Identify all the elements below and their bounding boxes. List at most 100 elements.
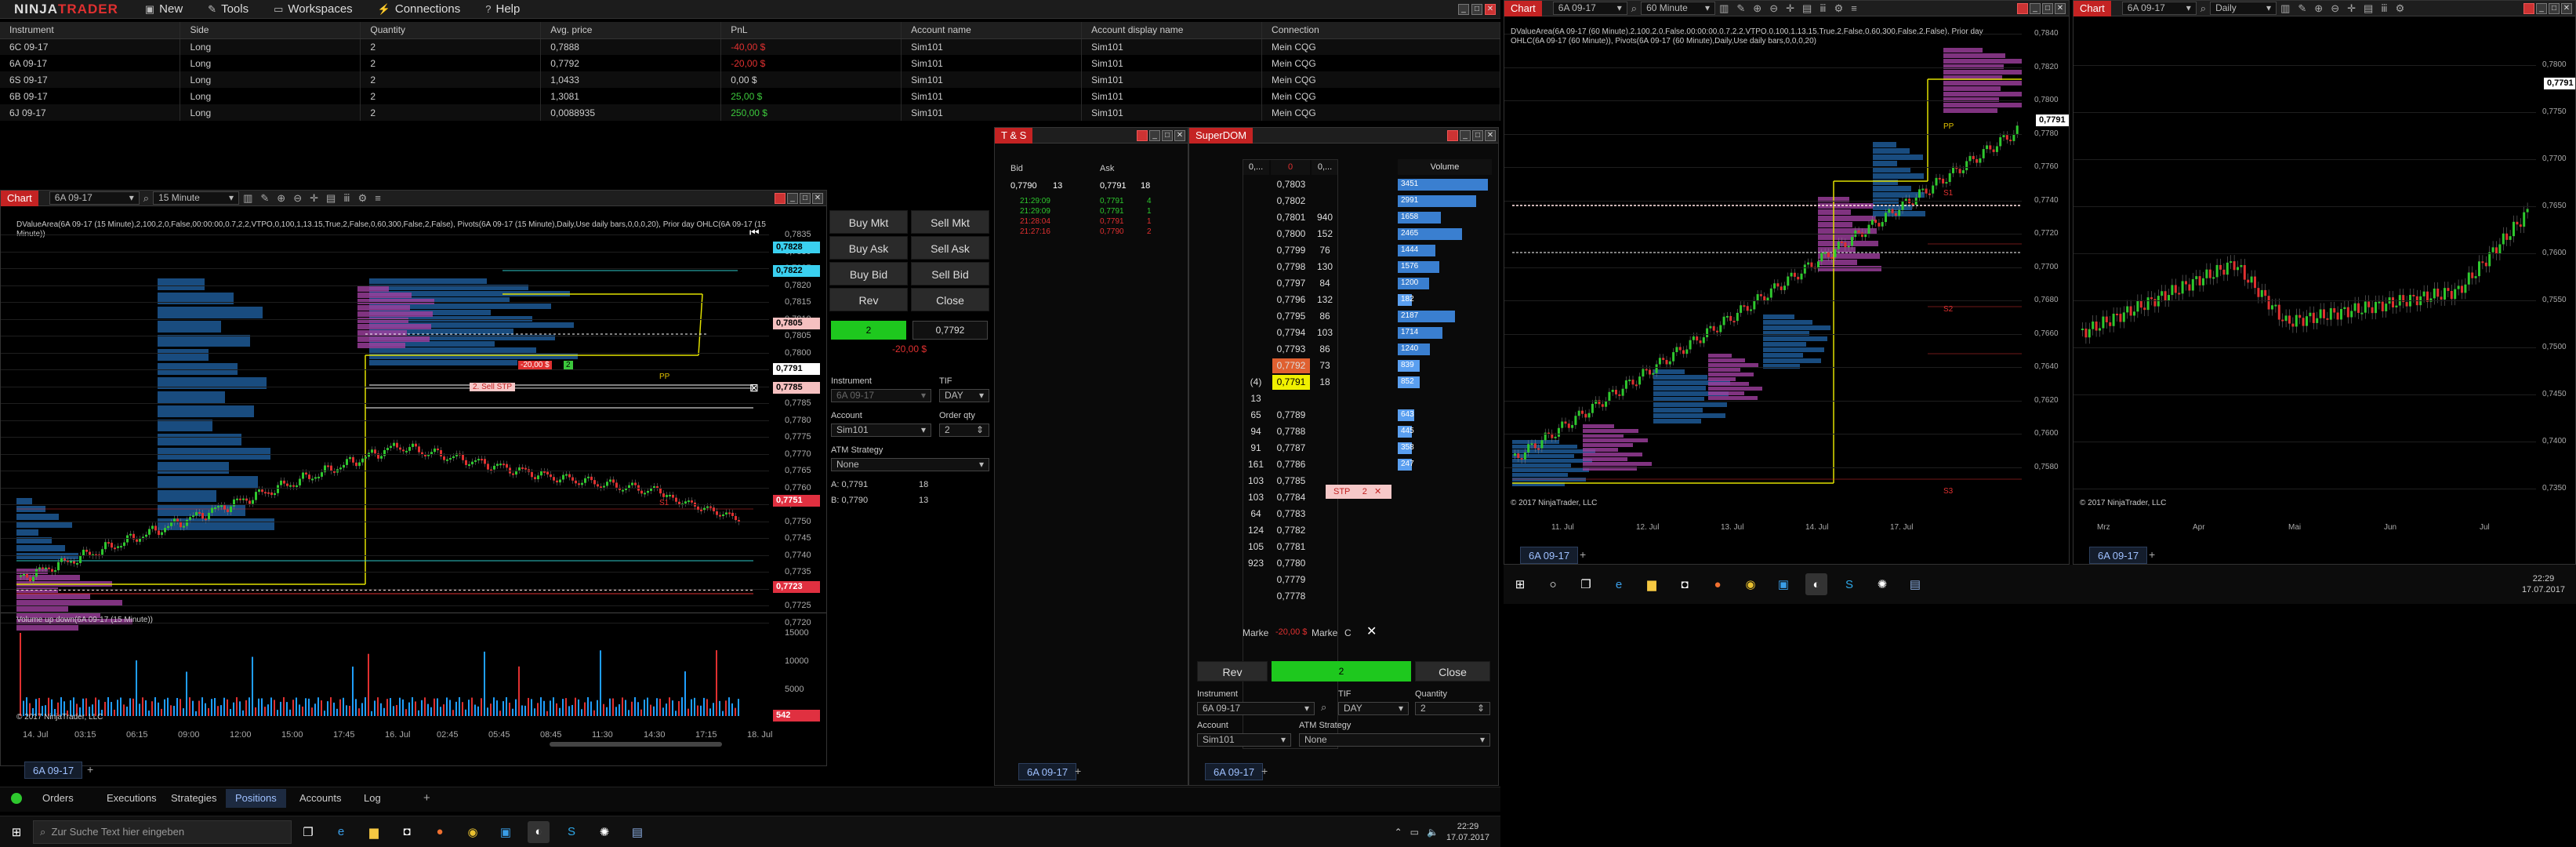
dom-price[interactable]: 0,7783 [1272,507,1310,522]
dom-atm-select[interactable]: None ▾ [1299,733,1490,747]
dom-ask-size[interactable]: 86 [1312,341,1338,358]
draw-icon[interactable]: ✎ [1736,2,1745,15]
column-header[interactable]: Side [180,22,361,39]
price-panel-daily[interactable] [2073,16,2536,534]
dom-price[interactable]: 0,7792 [1272,358,1310,373]
indicators-icon[interactable]: ⅲ [343,192,350,205]
dom-qty-stepper[interactable]: 2 ⇕ [1415,702,1490,715]
app3-icon[interactable]: ▤ [626,821,648,843]
dom-ask-size[interactable]: 130 [1312,259,1338,275]
dom-rev-button[interactable]: Rev [1197,661,1268,682]
zoom-out-icon[interactable]: ⊖ [1769,2,1778,15]
dom-price[interactable]: 0,7802 [1272,194,1310,209]
add-tab-icon[interactable]: + [1261,765,1268,777]
dom-price[interactable]: 0,7784 [1272,490,1310,505]
app3-icon[interactable]: ▤ [1904,573,1926,595]
dom-price[interactable]: 0,7798 [1272,260,1310,274]
chart3-tab[interactable]: 6A 09-17 [2089,547,2148,564]
dom-bid-size[interactable] [1243,259,1269,275]
dom-price[interactable]: 0,7780 [1272,556,1310,571]
dom-bid-size[interactable]: 124 [1243,522,1269,539]
strategies-icon[interactable]: ⚙ [2396,2,2405,15]
dom-instrument-select[interactable]: 6A 09-17 ▾ [1197,702,1315,715]
dom-price[interactable] [1272,391,1310,406]
dom-price[interactable]: 0,7785 [1272,474,1310,489]
column-header[interactable]: Quantity [360,22,542,39]
dom-bid-size[interactable]: 13 [1243,391,1269,407]
dom-bid-size[interactable] [1243,572,1269,588]
properties-icon[interactable]: ▤ [326,192,336,205]
dom-cancel-label[interactable]: C [1344,627,1351,638]
dom-price[interactable]: 0,7793 [1272,342,1310,357]
dom-price[interactable]: 0,7779 [1272,573,1310,587]
buy-bid-button[interactable]: Buy Bid [829,262,908,285]
horizontal-scrollbar[interactable] [550,742,722,747]
search-icon[interactable]: ⌕ [143,192,149,205]
strategies-icon[interactable]: ⚙ [1834,2,1844,15]
crosshair-icon[interactable]: ✛ [310,192,318,205]
dom-bid-size[interactable] [1243,242,1269,259]
store-icon[interactable]: ◘ [396,821,418,843]
close-icon[interactable]: ✕ [1485,129,1496,141]
dom-bid-size[interactable] [1243,358,1269,374]
zoom-icon[interactable]: ⊕ [277,192,285,205]
dom-price[interactable]: 0,7791 [1272,375,1310,390]
properties-icon[interactable]: ▤ [2364,2,2373,15]
column-header[interactable]: Account name [901,22,1083,39]
volume-icon[interactable]: 🔈 [1427,827,1439,838]
sell-stop-order[interactable]: 2. Sell STP [470,383,516,391]
dom-price[interactable]: 0,7803 [1272,177,1310,192]
zoom-out-icon[interactable]: ⊖ [2331,2,2339,15]
atm-select[interactable]: None ▾ [831,458,989,471]
column-header[interactable]: PnL [720,22,902,39]
dom-ask-size[interactable]: 940 [1312,209,1338,226]
add-tab-icon[interactable]: + [87,763,93,776]
scroll-end-icon[interactable]: ⏮ [749,226,760,239]
link-icon[interactable] [775,192,785,204]
dom-stop-order[interactable]: STP 2 ✕ [1326,485,1391,499]
dom-ask-size[interactable]: 18 [1312,374,1338,391]
zoom-icon[interactable]: ⊕ [1753,2,1761,15]
tab-log[interactable]: Log [354,789,390,808]
firefox-icon[interactable]: ● [1707,573,1729,595]
close-icon[interactable]: ✕ [812,192,823,204]
windows-start-icon[interactable]: ⊞ [5,821,27,843]
account-select[interactable]: Sim101 ▾ [831,424,931,437]
dom-price[interactable]: 0,7778 [1272,589,1310,604]
menu-help[interactable]: ? Help [473,0,532,19]
dom-ask-size[interactable] [1312,193,1338,209]
dom-ask-size[interactable] [1312,522,1338,539]
dom-ask-size[interactable]: 84 [1312,275,1338,292]
maximize-icon[interactable]: □ [1471,3,1482,15]
menu-workspaces[interactable]: ▭ Workspaces [261,0,365,19]
chrome-icon[interactable]: ◉ [462,821,484,843]
buy-mkt-button[interactable]: Buy Mkt [829,210,908,234]
task-view-icon[interactable]: ❐ [1575,573,1597,595]
bar-type-icon[interactable]: ▥ [243,192,252,205]
table-row[interactable]: 6A 09-17 Long 2 0,7792 -20,00 $ Sim101 Sim101 M… [0,55,1500,71]
network-icon[interactable]: ▭ [1410,827,1419,838]
column-header[interactable]: Instrument [0,22,181,39]
dom-bid-size[interactable] [1243,325,1269,341]
dom-bid-size[interactable] [1243,226,1269,242]
instrument-selector[interactable]: 6A 09-17 ▾ [49,191,140,205]
close-icon[interactable]: ✕ [1485,3,1496,15]
dom-price[interactable]: 0,7795 [1272,309,1310,324]
draw-icon[interactable]: ✎ [2298,2,2306,15]
tab-accounts[interactable]: Accounts [290,789,350,808]
dom-bid-size[interactable]: 105 [1243,539,1269,555]
dom-ask-size[interactable]: 152 [1312,226,1338,242]
dom-price[interactable]: 0,7782 [1272,523,1310,538]
chart-trader-icon[interactable]: ≡ [1851,2,1857,14]
minimize-icon[interactable]: _ [787,192,798,204]
dom-bid-size[interactable] [1243,209,1269,226]
chart2-tab[interactable]: 6A 09-17 [1520,547,1579,564]
instrument-field[interactable]: 6A 09-17 ▾ [831,389,931,402]
dom-ask-size[interactable] [1312,506,1338,522]
edge-icon[interactable]: e [330,821,352,843]
dom-bid-size[interactable]: 64 [1243,506,1269,522]
dom-ask-size[interactable] [1312,588,1338,605]
bar-type-icon[interactable]: ▥ [1719,2,1729,15]
table-row[interactable]: 6C 09-17 Long 2 0,7888 -40,00 $ Sim101 Sim101 M… [0,38,1500,55]
add-tab-icon[interactable]: + [1580,548,1586,561]
